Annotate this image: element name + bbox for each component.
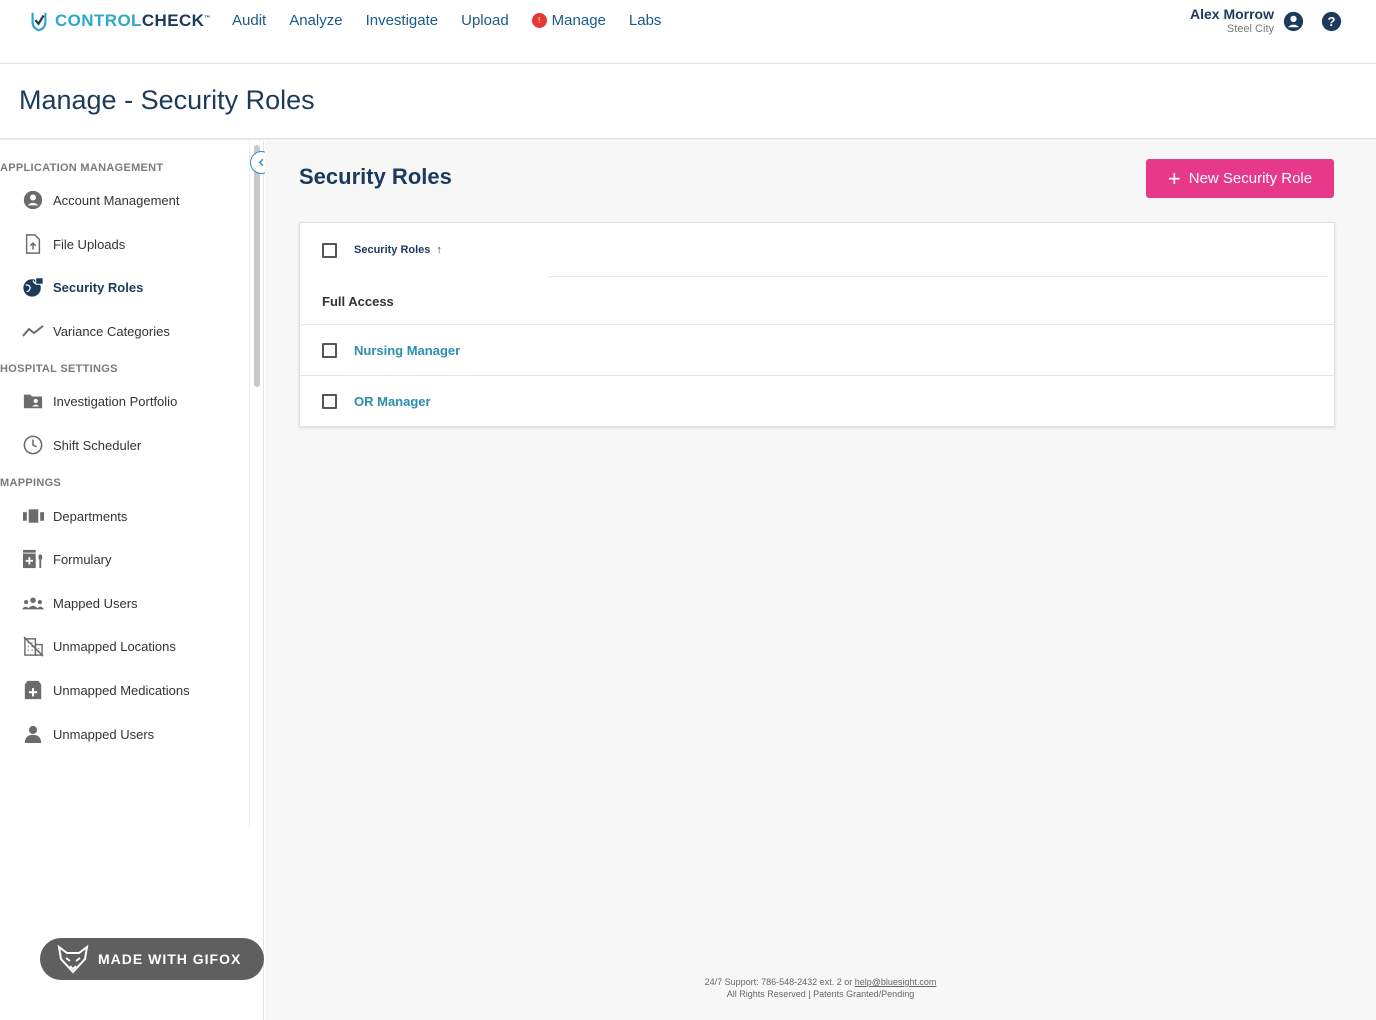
section-hospital-settings: HOSPITAL SETTINGS — [0, 363, 118, 375]
section-title: Security Roles — [299, 164, 452, 189]
help-icon[interactable]: ? — [1321, 11, 1342, 32]
sidebar-item-label: Investigation Portfolio — [53, 393, 178, 409]
user-site: Steel City — [1226, 23, 1274, 35]
fox-icon — [57, 944, 89, 974]
sidebar-item-departments[interactable]: Departments — [22, 503, 127, 529]
group-row: Full Access — [300, 277, 1334, 325]
trend-line-icon — [22, 320, 44, 342]
sidebar-item-label: Mapped Users — [53, 595, 138, 611]
clock-icon — [22, 434, 44, 456]
table-row: OR Manager — [300, 376, 1334, 426]
sidebar-menu: APPLICATION MANAGEMENT Account Managemen… — [0, 141, 250, 827]
controlcheck-logo[interactable]: CONTROLCHECK™ — [28, 10, 211, 32]
sidebar-item-formulary[interactable]: Formulary — [22, 546, 112, 572]
sidebar-item-label: Account Management — [53, 192, 180, 208]
sidebar-item-label: File Uploads — [53, 236, 126, 252]
row-checkbox[interactable] — [322, 393, 337, 409]
brand-wordmark: CONTROLCHECK™ — [55, 11, 211, 30]
sidebar-item-label: Unmapped Medications — [53, 682, 190, 698]
sidebar-item-label: Formulary — [53, 551, 112, 567]
sidebar-item-unmapped-medications[interactable]: Unmapped Medications — [22, 677, 190, 703]
sidebar-scrollbar[interactable] — [254, 145, 260, 387]
sidebar-item-label: Departments — [53, 508, 128, 524]
sort-ascending-icon: ↑ — [436, 244, 442, 256]
table-header-row: Security Roles ↑ — [300, 223, 1334, 277]
page-header: Manage - Security Roles — [0, 64, 1376, 140]
row-checkbox[interactable] — [322, 342, 337, 358]
column-header-label: Security Roles — [354, 244, 431, 256]
new-security-role-button[interactable]: + New Security Role — [1146, 159, 1334, 198]
rights-text: All Rights Reserved | Patents Granted/Pe… — [726, 989, 915, 999]
page-title: Manage - Security Roles — [19, 85, 315, 115]
sidebar-item-label: Security Roles — [53, 279, 144, 295]
main-content: Security Roles + New Security Role Secur… — [265, 141, 1376, 1020]
role-link[interactable]: Nursing Manager — [354, 343, 460, 358]
section-application-management: APPLICATION MANAGEMENT — [0, 162, 164, 174]
nav-manage[interactable]: ! Manage — [531, 12, 606, 29]
sidebar-item-security-roles[interactable]: Security Roles — [22, 274, 143, 300]
nav-investigate[interactable]: Investigate — [366, 12, 439, 29]
plus-icon: + — [1167, 165, 1181, 191]
sidebar-item-file-uploads[interactable]: File Uploads — [22, 231, 125, 257]
support-text: 24/7 Support: 786-548-2432 ext. 2 or — [704, 977, 855, 987]
watermark-text: MADE WITH GIFOX — [98, 951, 242, 967]
sidebar-item-investigation-portfolio[interactable]: Investigation Portfolio — [22, 388, 177, 414]
shield-check-icon — [31, 12, 47, 32]
sidebar-item-account-management[interactable]: Account Management — [22, 187, 179, 213]
sidebar: APPLICATION MANAGEMENT Account Managemen… — [0, 141, 264, 1020]
group-label-full-access: Full Access — [322, 293, 394, 309]
role-link[interactable]: OR Manager — [354, 394, 431, 409]
sidebar-item-unmapped-locations[interactable]: Unmapped Locations — [22, 633, 176, 659]
folder-user-icon — [22, 390, 44, 412]
support-email-link[interactable]: help@bluesight.com — [855, 977, 937, 987]
nav-manage-label: Manage — [551, 12, 606, 29]
sidebar-item-label: Unmapped Locations — [53, 638, 176, 654]
nav-labs[interactable]: Labs — [629, 12, 662, 29]
globe-lock-icon — [22, 276, 44, 298]
security-roles-table: Security Roles ↑ Full Access Nursing Man… — [299, 222, 1335, 427]
gifox-watermark: MADE WITH GIFOX — [40, 938, 264, 980]
departments-icon — [22, 505, 44, 527]
sidebar-item-shift-scheduler[interactable]: Shift Scheduler — [22, 432, 141, 458]
person-icon — [22, 723, 44, 745]
file-upload-icon — [22, 233, 44, 255]
nav-audit[interactable]: Audit — [232, 12, 266, 29]
nav-analyze[interactable]: Analyze — [289, 12, 342, 29]
medical-box-icon — [22, 679, 44, 701]
support-line: 24/7 Support: 786-548-2432 ext. 2 or hel… — [265, 976, 1376, 988]
user-name: Alex Morrow — [1189, 6, 1274, 22]
sidebar-item-label: Shift Scheduler — [53, 437, 142, 453]
sidebar-item-variance-categories[interactable]: Variance Categories — [22, 318, 170, 344]
building-off-icon — [22, 635, 44, 657]
table-row: Nursing Manager — [300, 325, 1334, 375]
main-nav: Audit Analyze Investigate Upload ! Manag… — [232, 12, 684, 29]
user-group-icon — [22, 592, 44, 614]
nav-upload[interactable]: Upload — [461, 12, 509, 29]
user-info: Alex Morrow Steel City — [1190, 6, 1274, 35]
top-navigation-bar: CONTROLCHECK™ Audit Analyze Investigate … — [0, 0, 1376, 64]
medicine-cabinet-icon — [22, 548, 44, 570]
select-all-checkbox[interactable] — [322, 242, 337, 258]
sidebar-item-mapped-users[interactable]: Mapped Users — [22, 590, 138, 616]
column-header-security-roles[interactable]: Security Roles ↑ — [354, 244, 442, 256]
alert-badge: ! — [531, 13, 547, 28]
section-mappings: MAPPINGS — [0, 477, 62, 489]
sidebar-item-unmapped-users[interactable]: Unmapped Users — [22, 721, 154, 747]
sidebar-item-label: Variance Categories — [53, 323, 170, 339]
user-account-icon[interactable] — [1283, 11, 1304, 32]
new-security-role-label: New Security Role — [1188, 170, 1313, 187]
account-circle-icon — [22, 189, 44, 211]
footer: 24/7 Support: 786-548-2432 ext. 2 or hel… — [265, 976, 1376, 1000]
sidebar-item-label: Unmapped Users — [53, 726, 155, 742]
svg-text:?: ? — [1327, 14, 1335, 29]
